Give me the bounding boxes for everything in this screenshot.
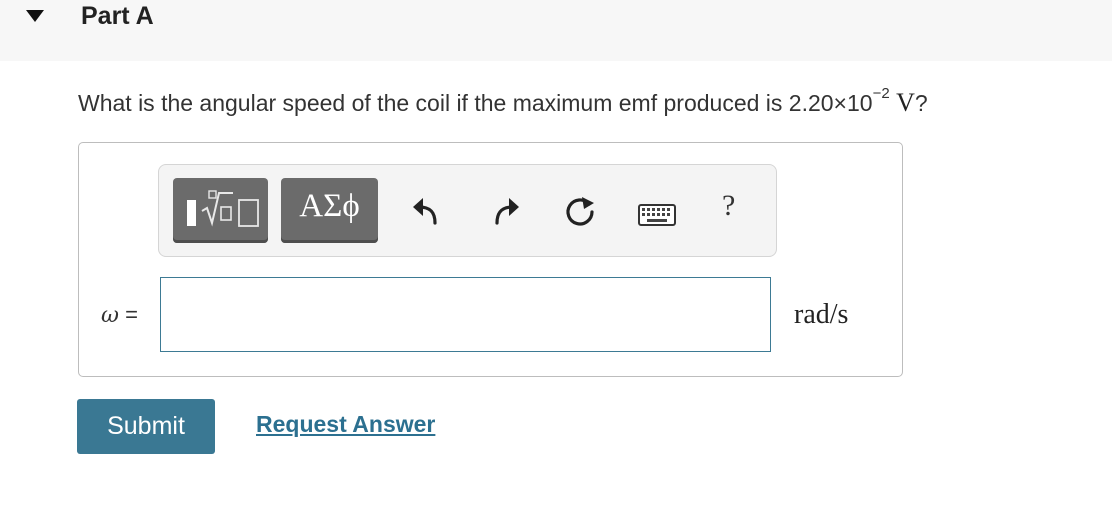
redo-icon[interactable] [491, 193, 521, 232]
undo-icon[interactable] [411, 193, 441, 232]
question-end: ? [914, 90, 928, 116]
question-value-mantissa: 2.20×10 [788, 90, 873, 116]
templates-fraction-root-icon [187, 190, 259, 227]
answer-unit: rad/s [794, 299, 849, 330]
answer-input[interactable] [160, 277, 771, 352]
question-prompt: What is the angular speed of the coil if… [78, 90, 789, 116]
reset-icon[interactable] [564, 195, 598, 234]
question-text: What is the angular speed of the coil if… [78, 85, 928, 118]
question-unit: V [896, 88, 915, 117]
request-answer-link[interactable]: Request Answer [256, 411, 435, 438]
keyboard-icon[interactable] [638, 204, 676, 231]
question-value-exponent: −2 [872, 85, 890, 102]
part-title: Part A [81, 2, 154, 30]
caret-down-icon[interactable] [26, 10, 44, 22]
help-button[interactable]: ? [722, 189, 735, 223]
greek-symbols-label: ΑΣϕ [299, 188, 360, 224]
answer-equals: = [125, 302, 138, 327]
answer-variable: ω [101, 303, 119, 328]
question-value: 2.20×10−2 [788, 85, 890, 116]
submit-button[interactable]: Submit [77, 399, 215, 454]
answer-variable-label: ω = [101, 302, 138, 328]
templates-button[interactable] [173, 178, 268, 243]
greek-symbols-button[interactable]: ΑΣϕ [281, 178, 378, 243]
math-toolbar: ΑΣϕ ? [158, 164, 777, 257]
part-header: Part A [0, 0, 1112, 61]
